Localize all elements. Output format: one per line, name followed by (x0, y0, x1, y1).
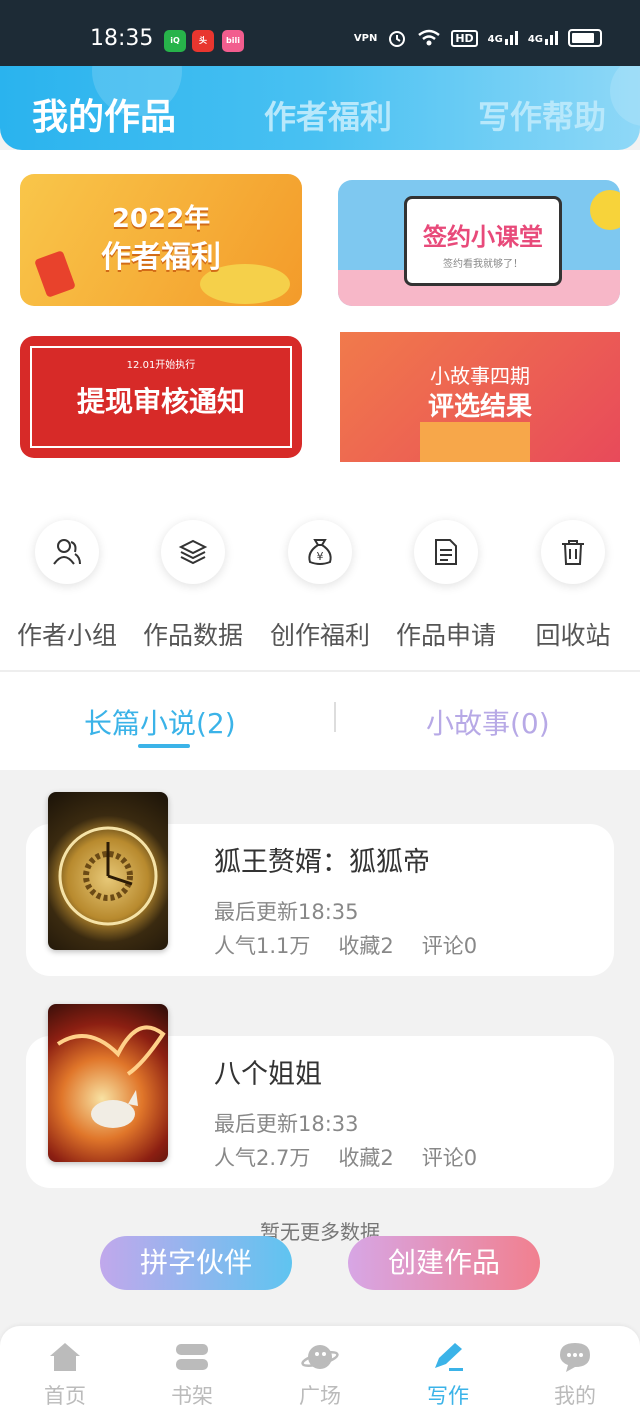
document-icon (435, 539, 457, 565)
book-title[interactable]: 八个姐姐 (214, 1052, 322, 1091)
book-favorites: 收藏2 (338, 1146, 394, 1170)
planet-icon (301, 1345, 339, 1369)
nav-home[interactable]: 首页 (1, 1340, 129, 1410)
main-content: 2022年 作者福利 签约小课堂 签约看我就够了！ 12.01开始执行 提现审核… (0, 150, 640, 770)
trash-icon (562, 540, 584, 565)
tab-separator (334, 702, 336, 732)
book-popularity: 人气2.7万 (214, 1146, 311, 1170)
clock-image (58, 826, 158, 926)
book-updated: 最后更新18:33 (214, 1112, 359, 1136)
banner-withdrawal-notice[interactable]: 12.01开始执行 提现审核通知 (20, 336, 302, 458)
tab-long-novels[interactable]: 长篇小说(2) (84, 702, 236, 742)
tab-author-welfare[interactable]: 作者福利 (264, 92, 392, 138)
group-icon (53, 539, 81, 565)
shortcut-author-group[interactable]: 作者小组 (7, 520, 127, 652)
shortcut-recycle-bin[interactable]: 回收站 (513, 520, 633, 652)
book-stats: 人气2.7万 收藏2 评论0 (214, 1142, 477, 1172)
nav-write[interactable]: 写作 (384, 1340, 512, 1410)
status-time: 18:35 (90, 26, 154, 51)
chat-bubble-icon (560, 1343, 590, 1372)
battery-icon (568, 29, 602, 47)
create-work-button[interactable]: 创建作品 (348, 1236, 540, 1290)
nav-mine[interactable]: 我的 (511, 1340, 639, 1410)
pen-icon (435, 1343, 463, 1371)
banner-signing-class[interactable]: 签约小课堂 签约看我就够了！ (338, 180, 620, 306)
active-tab-underline (138, 744, 190, 748)
banner-short-story-results[interactable]: 小故事四期 评选结果 (340, 332, 620, 462)
book-favorites: 收藏2 (338, 934, 394, 958)
status-bar: 18:35 iQ 头 bili VPN HD 4G 4G (0, 0, 640, 66)
shortcut-work-application[interactable]: 作品申请 (386, 520, 506, 652)
svg-text:¥: ¥ (317, 550, 324, 563)
money-bag-icon: ¥ (308, 539, 332, 565)
header-tabs: 我的作品 作者福利 写作帮助 (0, 66, 640, 150)
signal-2-icon: 4G (528, 31, 558, 45)
layers-icon (178, 539, 208, 565)
home-icon (50, 1343, 80, 1371)
banner-author-welfare-2022[interactable]: 2022年 作者福利 (20, 174, 302, 306)
no-more-data-text: 暂无更多数据 (260, 1220, 380, 1244)
vpn-icon: VPN (353, 32, 378, 44)
fox-image (56, 1025, 166, 1128)
book-cover-clock[interactable] (48, 792, 168, 950)
nav-bookshelf[interactable]: 书架 (128, 1340, 256, 1410)
tab-my-works[interactable]: 我的作品 (32, 88, 176, 140)
bilibili-app-icon: bili (222, 30, 244, 52)
wifi-icon (418, 29, 441, 46)
hd-icon: HD (451, 29, 478, 47)
toutiao-app-icon: 头 (192, 30, 214, 52)
book-popularity: 人气1.1万 (214, 934, 311, 958)
nav-square[interactable]: 广场 (256, 1340, 384, 1410)
book-comments: 评论0 (421, 934, 478, 958)
book-updated: 最后更新18:35 (214, 900, 359, 924)
book-comments: 评论0 (421, 1146, 478, 1170)
alarm-icon (389, 31, 406, 47)
signal-1-icon: 4G (488, 31, 518, 45)
bottom-nav: 首页 书架 广场 写作 我的 (0, 1326, 640, 1422)
shortcut-creation-welfare[interactable]: ¥ 创作福利 (260, 520, 380, 652)
tab-short-stories[interactable]: 小故事(0) (426, 702, 550, 742)
word-partner-button[interactable]: 拼字伙伴 (100, 1236, 292, 1290)
bookshelf-icon (176, 1344, 208, 1370)
book-title[interactable]: 狐王赘婿：狐狐帝 (214, 840, 430, 879)
section-divider (0, 670, 640, 672)
book-cover-fox[interactable] (48, 1004, 168, 1162)
tab-writing-help[interactable]: 写作帮助 (478, 92, 606, 138)
shortcut-work-data[interactable]: 作品数据 (133, 520, 253, 652)
iqiyi-app-icon: iQ (164, 30, 186, 52)
book-stats: 人气1.1万 收藏2 评论0 (214, 930, 477, 960)
